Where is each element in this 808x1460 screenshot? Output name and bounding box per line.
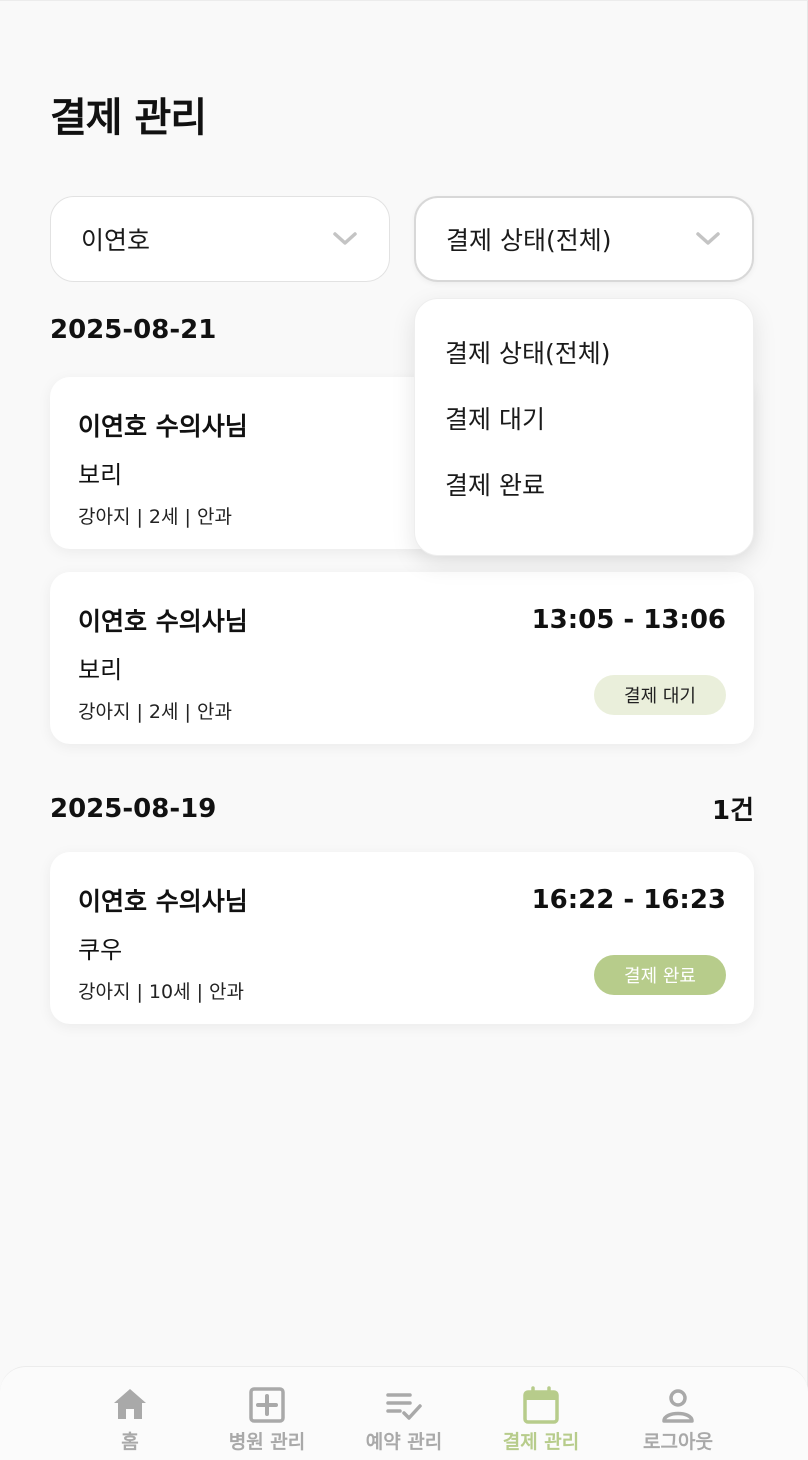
appointment-time: 16:22 - 16:23 [531,885,726,915]
date-group-header: 2025-08-19 1건 [50,790,754,827]
doctor-name: 이연호 수의사님 [78,412,248,441]
checklist-icon [386,1393,422,1420]
chevron-down-icon [696,232,720,245]
pet-info: 강아지 | 2세 | 안과 [78,701,232,723]
nav-item-reservation[interactable]: 예약 관리 [336,1367,473,1460]
nav-item-logout[interactable]: 로그아웃 [610,1367,747,1460]
status-badge[interactable]: 결제 대기 [594,675,726,715]
date-label: 2025-08-21 [50,315,217,345]
nav-label: 병원 관리 [228,1431,306,1453]
chevron-down-icon [333,232,357,245]
date-label: 2025-08-19 [50,793,217,824]
status-dropdown-menu: 결제 상태(전체) 결제 대기 결제 완료 [414,298,754,556]
payment-card[interactable]: 이연호 수의사님 16:22 - 16:23 쿠우 강아지 | 10세 | 안과… [50,852,754,1024]
user-icon [662,1389,694,1423]
home-icon [114,1389,146,1419]
page-title: 결제 관리 [50,95,207,141]
status-select[interactable]: 결제 상태(전체) [414,196,754,282]
nav-label: 홈 [121,1431,139,1453]
nav-label: 예약 관리 [365,1431,443,1453]
doctor-select[interactable]: 이연호 [50,196,390,282]
nav-label: 결제 관리 [502,1431,580,1453]
bottom-nav: 홈 병원 관리 예약 관리 결제 관리 로그아웃 [0,1366,808,1460]
appointment-time: 13:05 - 13:06 [531,605,726,635]
pet-name: 보리 [78,656,123,684]
nav-item-hospital[interactable]: 병원 관리 [199,1367,336,1460]
payment-management-page: 결제 관리 이연호 결제 상태(전체) 2025-08-21 이연호 수의사님 … [0,0,808,1460]
pet-info: 강아지 | 10세 | 안과 [78,981,245,1003]
status-select-value: 결제 상태(전체) [446,226,612,255]
hospital-plus-icon [249,1387,285,1423]
nav-item-payment[interactable]: 결제 관리 [473,1367,610,1460]
doctor-name: 이연호 수의사님 [78,887,248,916]
count-label: 1건 [711,796,754,826]
calendar-icon [523,1386,559,1424]
pet-name: 쿠우 [78,936,123,964]
payment-card[interactable]: 이연호 수의사님 13:05 - 13:06 보리 강아지 | 2세 | 안과 … [50,572,754,744]
nav-label: 로그아웃 [643,1431,713,1453]
doctor-select-value: 이연호 [81,226,151,255]
doctor-name: 이연호 수의사님 [78,607,248,636]
nav-item-home[interactable]: 홈 [62,1367,199,1460]
status-badge[interactable]: 결제 완료 [594,955,726,995]
dropdown-option-completed[interactable]: 결제 완료 [415,441,753,527]
